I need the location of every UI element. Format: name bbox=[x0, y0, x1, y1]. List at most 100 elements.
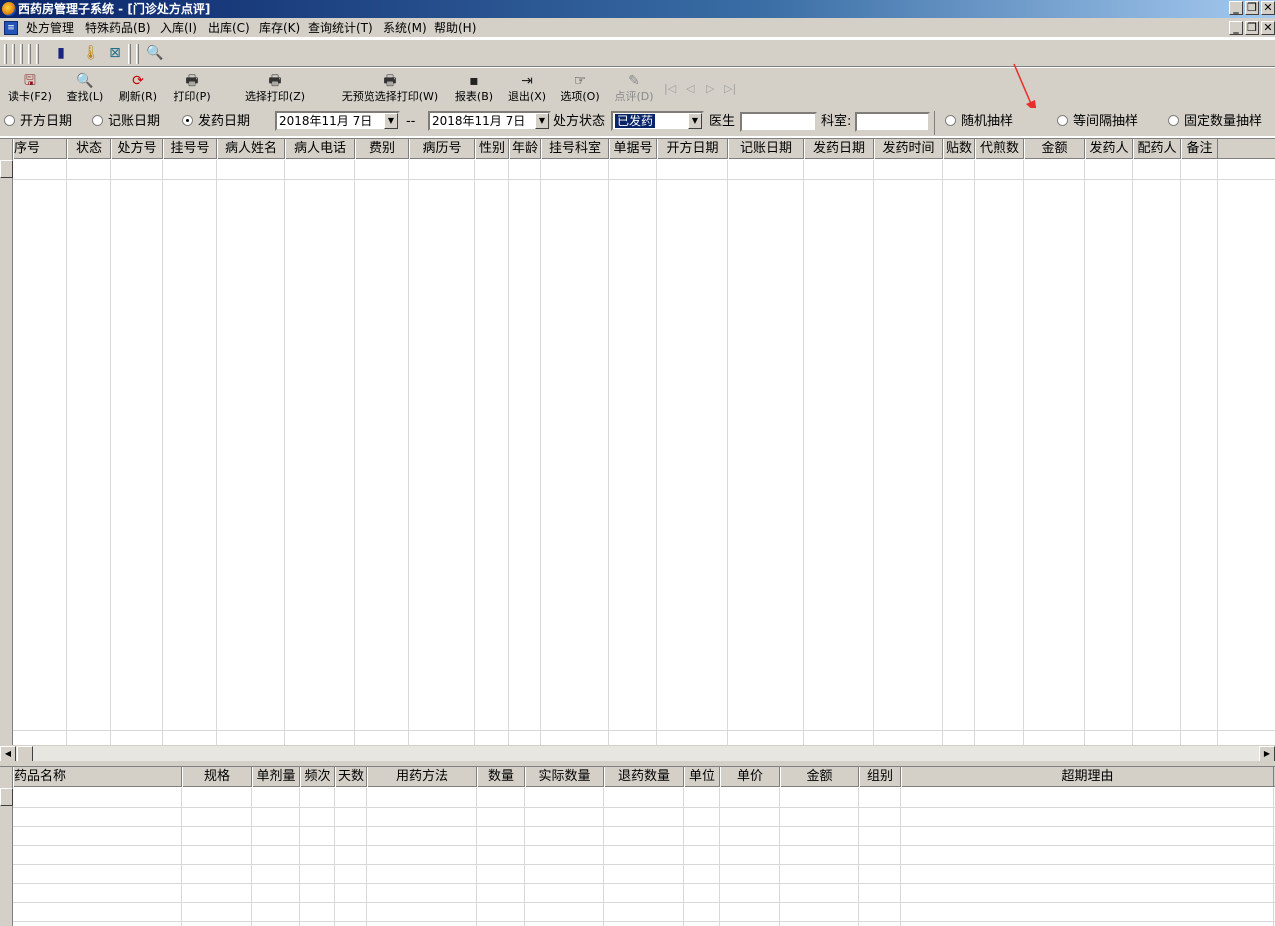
column-header[interactable]: 退药数量 bbox=[604, 767, 684, 787]
scroll-thumb[interactable] bbox=[17, 746, 33, 762]
column-header[interactable]: 单据号 bbox=[609, 139, 657, 159]
toolbar-button-6[interactable]: ▪ 报表(B) bbox=[452, 72, 496, 106]
radio-dispense-date[interactable]: 发药日期 bbox=[182, 114, 250, 130]
toolbar-button-0[interactable]: 🖫 读卡(F2) bbox=[4, 72, 56, 106]
column-header[interactable]: 状态 bbox=[67, 139, 111, 159]
toolbar-grip[interactable] bbox=[136, 44, 139, 64]
column-header[interactable]: 病历号 bbox=[409, 139, 475, 159]
column-header[interactable]: 性别 bbox=[475, 139, 509, 159]
column-header[interactable]: 单价 bbox=[720, 767, 780, 787]
column-header[interactable]: 处方号 bbox=[111, 139, 163, 159]
thermometer-icon[interactable]: 🌡 bbox=[82, 44, 100, 62]
trash-icon[interactable]: ▮ bbox=[52, 44, 70, 62]
column-header[interactable]: 贴数 bbox=[943, 139, 975, 159]
column-header[interactable]: 单位 bbox=[684, 767, 720, 787]
horizontal-scrollbar[interactable]: ◀ ▶ bbox=[0, 745, 1275, 762]
toolbar-button-5[interactable]: 🖶 无预览选择打印(W) bbox=[338, 72, 442, 106]
start-date-picker[interactable]: 2018年11月 7日 ▼ bbox=[275, 111, 400, 131]
toolbar-button-9[interactable]: ✎ 点评(D) bbox=[612, 72, 656, 106]
radio-prescribe-date[interactable]: 开方日期 bbox=[4, 114, 72, 130]
toolbar-button-7[interactable]: ⇥ 退出(X) bbox=[505, 72, 549, 106]
radio-fixed-count-sampling[interactable]: 固定数量抽样 bbox=[1168, 114, 1262, 130]
column-header[interactable]: 金额 bbox=[780, 767, 859, 787]
current-row-indicator[interactable] bbox=[0, 788, 13, 806]
column-header[interactable]: 频次 bbox=[300, 767, 335, 787]
magnifier-icon[interactable]: 🔍 bbox=[146, 44, 164, 62]
column-header[interactable]: 配药人 bbox=[1133, 139, 1181, 159]
toolbar-grip[interactable] bbox=[4, 44, 7, 64]
status-select[interactable]: 已发药 ▼ bbox=[611, 111, 704, 131]
toolbar-grip[interactable] bbox=[12, 44, 15, 64]
document-icon[interactable]: ≡ bbox=[4, 21, 18, 35]
column-header[interactable]: 备注 bbox=[1181, 139, 1218, 159]
column-header[interactable]: 病人姓名 bbox=[217, 139, 285, 159]
first-record-icon[interactable]: |◁ bbox=[664, 82, 676, 95]
toolbar-grip[interactable] bbox=[128, 44, 131, 64]
column-header[interactable]: 数量 bbox=[477, 767, 525, 787]
radio-billing-date[interactable]: 记账日期 bbox=[92, 114, 160, 130]
end-date-picker[interactable]: 2018年11月 7日 ▼ bbox=[428, 111, 551, 131]
column-header[interactable]: 挂号号 bbox=[163, 139, 217, 159]
column-header[interactable]: 规格 bbox=[182, 767, 252, 787]
department-input[interactable] bbox=[855, 112, 930, 132]
column-header[interactable]: 记账日期 bbox=[728, 139, 804, 159]
column-header[interactable]: 组别 bbox=[859, 767, 901, 787]
column-header[interactable]: 病人电话 bbox=[285, 139, 355, 159]
chevron-down-icon[interactable]: ▼ bbox=[688, 113, 702, 129]
menu-stock-in[interactable]: 入库(I) bbox=[160, 20, 197, 36]
menu-special-drugs[interactable]: 特殊药品(B) bbox=[85, 20, 151, 36]
restore-button[interactable]: ❐ bbox=[1245, 1, 1259, 15]
radio-random-sampling[interactable]: 随机抽样 bbox=[945, 114, 1013, 130]
menu-system[interactable]: 系统(M) bbox=[383, 20, 427, 36]
child-close-button[interactable]: ✕ bbox=[1261, 21, 1275, 35]
toolbar-button-3[interactable]: 🖶 打印(P) bbox=[170, 72, 214, 106]
column-header[interactable]: 药品名称 bbox=[13, 767, 182, 787]
menu-query-statistics[interactable]: 查询统计(T) bbox=[308, 20, 373, 36]
column-header[interactable]: 挂号科室 bbox=[541, 139, 609, 159]
toolbar-button-1[interactable]: 🔍 查找(L) bbox=[62, 72, 108, 106]
previous-record-icon[interactable]: ◁ bbox=[686, 82, 694, 95]
prescription-detail-table[interactable]: 药品名称 规格 单剂量 频次 天数 用药方法 数量 实际数量 退药数量 单位 单价 金额 组别 超期理由 bbox=[0, 766, 1275, 926]
column-header[interactable]: 天数 bbox=[335, 767, 367, 787]
column-header[interactable]: 序号 bbox=[13, 139, 67, 159]
column-header[interactable]: 单剂量 bbox=[252, 767, 300, 787]
close-button[interactable]: ✕ bbox=[1261, 1, 1275, 15]
chevron-down-icon[interactable]: ▼ bbox=[384, 113, 398, 129]
toolbar-grip[interactable] bbox=[28, 44, 31, 64]
column-header[interactable]: 实际数量 bbox=[525, 767, 604, 787]
column-header[interactable]: 超期理由 bbox=[901, 767, 1274, 787]
column-header[interactable]: 费别 bbox=[355, 139, 409, 159]
menu-stock-out[interactable]: 出库(C) bbox=[208, 20, 250, 36]
menu-inventory[interactable]: 库存(K) bbox=[259, 20, 300, 36]
column-header[interactable]: 发药人 bbox=[1085, 139, 1133, 159]
next-record-icon[interactable]: ▷ bbox=[706, 82, 714, 95]
radio-interval-sampling[interactable]: 等间隔抽样 bbox=[1057, 114, 1138, 130]
toolbar-button-4[interactable]: 🖶 选择打印(Z) bbox=[240, 72, 310, 106]
column-header[interactable]: 代煎数 bbox=[975, 139, 1024, 159]
column-header[interactable]: 金额 bbox=[1024, 139, 1085, 159]
scroll-right-icon[interactable]: ▶ bbox=[1259, 746, 1275, 762]
menu-prescription-management[interactable]: 处方管理 bbox=[26, 20, 74, 36]
doctor-input[interactable] bbox=[740, 112, 817, 132]
menu-help[interactable]: 帮助(H) bbox=[434, 20, 476, 36]
column-header[interactable]: 发药日期 bbox=[804, 139, 874, 159]
radio-dot bbox=[4, 115, 15, 126]
last-record-icon[interactable]: ▷| bbox=[724, 82, 736, 95]
toolbar-button-2[interactable]: ⟳ 刷新(R) bbox=[116, 72, 160, 106]
toolbar-button-label: 打印(P) bbox=[173, 90, 211, 103]
minimize-button[interactable]: _ bbox=[1229, 1, 1243, 15]
calculator-icon[interactable]: ⊠ bbox=[106, 44, 124, 62]
child-minimize-button[interactable]: _ bbox=[1229, 21, 1243, 35]
toolbar-grip[interactable] bbox=[36, 44, 39, 64]
column-header[interactable]: 用药方法 bbox=[367, 767, 477, 787]
current-row-indicator[interactable] bbox=[0, 160, 13, 178]
column-header[interactable]: 开方日期 bbox=[657, 139, 728, 159]
prescriptions-table[interactable]: 序号 状态 处方号 挂号号 病人姓名 病人电话 费别 病历号 性别 年龄 挂号科室 单据号 开方日期 记账… bbox=[0, 138, 1275, 746]
toolbar-button-8[interactable]: ☞ 选项(O) bbox=[558, 72, 602, 106]
column-header[interactable]: 年龄 bbox=[509, 139, 541, 159]
chevron-down-icon[interactable]: ▼ bbox=[535, 113, 549, 129]
scroll-left-icon[interactable]: ◀ bbox=[0, 746, 16, 762]
child-restore-button[interactable]: ❐ bbox=[1245, 21, 1259, 35]
toolbar-grip[interactable] bbox=[20, 44, 23, 64]
column-header[interactable]: 发药时间 bbox=[874, 139, 943, 159]
